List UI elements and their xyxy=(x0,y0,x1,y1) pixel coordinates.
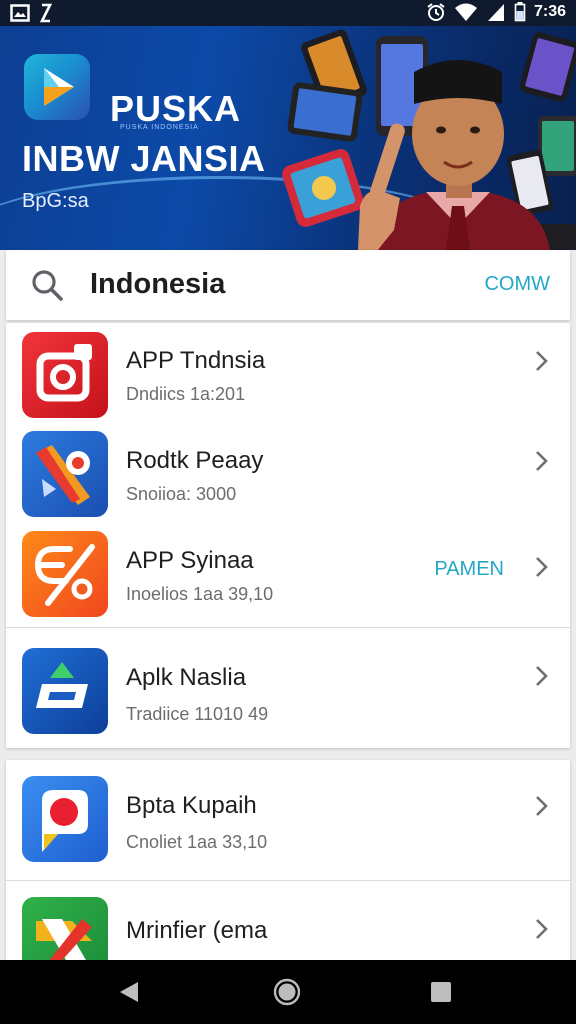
screen: 7:36 PUSKA PUSKA INDONESIA INBW JANSIA B… xyxy=(0,0,576,1024)
pin-app-icon xyxy=(22,776,108,862)
recents-icon[interactable] xyxy=(426,977,456,1007)
percent-app-icon xyxy=(22,531,108,617)
status-badge: PAMEN xyxy=(434,558,504,580)
search-icon[interactable] xyxy=(30,268,64,302)
brand-subtitle: PUSKA INDONESIA xyxy=(120,124,199,131)
image-icon xyxy=(10,4,30,22)
app-list-card: APP Tndnsia Dndiics 1a:201 Rodtk Peaay S… xyxy=(6,323,570,748)
app-title: Bpta Kupaih xyxy=(126,792,257,819)
banner-illustration xyxy=(282,29,576,250)
search-bar[interactable]: Indonesia COMW xyxy=(6,250,570,320)
list-item[interactable]: Bpta Kupaih Cnoliet 1aa 33,10 xyxy=(6,760,570,880)
brand-logo xyxy=(24,54,90,120)
app-subtitle: Dndiics 1a:201 xyxy=(126,384,246,404)
list-item[interactable]: APP Tndnsia Dndiics 1a:201 xyxy=(6,323,570,423)
app-title: APP Tndnsia xyxy=(126,347,266,374)
app-title: Mrinfier (ema xyxy=(126,917,268,944)
app-subtitle: Tradiice 11010 49 xyxy=(126,704,269,724)
app-subtitle: Inoelios 1aa 39,10 xyxy=(126,584,274,604)
link-icon xyxy=(39,3,53,23)
chevron-right-icon[interactable] xyxy=(534,555,550,579)
app-subtitle: Cnoliet 1aa 33,10 xyxy=(126,832,268,852)
chevron-right-icon[interactable] xyxy=(534,917,550,941)
wifi-icon xyxy=(454,3,477,21)
banner-tagline: BpG:sa xyxy=(22,190,89,212)
navigation-bar xyxy=(0,960,576,1024)
app-title: Rodtk Peaay xyxy=(126,447,264,474)
app-title: Aplk Naslia xyxy=(126,664,247,691)
app-subtitle: Snoiioa: 3000 xyxy=(126,484,237,504)
banner-headline: INBW JANSIA xyxy=(22,138,266,179)
app-list-card: Bpta Kupaih Cnoliet 1aa 33,10 Mrinfier (… xyxy=(6,760,570,980)
list-item[interactable]: APP Syinaa Inoelios 1aa 39,10 PAMEN xyxy=(6,523,570,626)
home-icon[interactable] xyxy=(272,977,302,1007)
chevron-right-icon[interactable] xyxy=(534,794,550,818)
search-input[interactable]: Indonesia xyxy=(90,268,225,301)
list-item[interactable]: Aplk Naslia Tradiice 11010 49 xyxy=(6,628,570,748)
promo-banner[interactable]: PUSKA PUSKA INDONESIA INBW JANSIA BpG:sa xyxy=(0,26,576,250)
chevron-right-icon[interactable] xyxy=(534,449,550,473)
list-item[interactable]: Rodtk Peaay Snoiioa: 3000 xyxy=(6,423,570,523)
app-title: APP Syinaa xyxy=(126,547,254,574)
back-icon[interactable] xyxy=(114,977,144,1007)
search-action-button[interactable]: COMW xyxy=(484,273,550,296)
pencil-app-icon xyxy=(22,431,108,517)
chevron-right-icon[interactable] xyxy=(534,349,550,373)
status-bar: 7:36 xyxy=(0,0,576,26)
alarm-icon xyxy=(427,3,445,21)
clock: 7:36 xyxy=(533,3,566,20)
camera-app-icon xyxy=(22,332,108,418)
signal-icon xyxy=(487,4,504,21)
battery-icon xyxy=(514,2,526,22)
chevron-right-icon[interactable] xyxy=(534,664,550,688)
e-app-icon xyxy=(22,648,108,734)
